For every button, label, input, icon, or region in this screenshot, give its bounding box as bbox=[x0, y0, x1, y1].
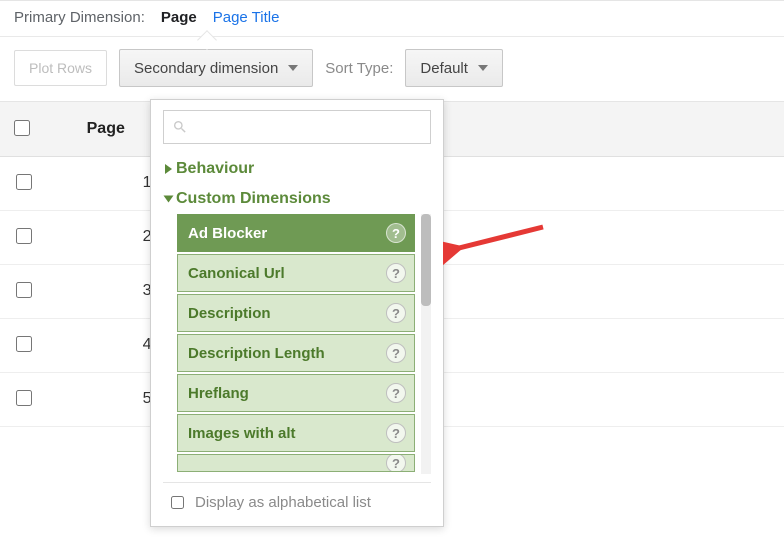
help-icon[interactable]: ? bbox=[386, 423, 406, 443]
help-icon[interactable]: ? bbox=[386, 303, 406, 323]
dimension-item-label: Description bbox=[188, 305, 271, 322]
primary-dimension-label: Primary Dimension: bbox=[14, 9, 145, 26]
dimension-item-label: Hreflang bbox=[188, 385, 249, 402]
column-header-page[interactable]: Page bbox=[46, 102, 166, 156]
primary-dimension-current[interactable]: Page bbox=[161, 9, 197, 26]
sort-type-label: Sort Type: bbox=[325, 60, 393, 77]
help-icon[interactable]: ? bbox=[386, 343, 406, 363]
group-behaviour-label: Behaviour bbox=[176, 160, 254, 178]
row-index: 2. bbox=[46, 210, 166, 264]
alphabetical-label: Display as alphabetical list bbox=[195, 494, 371, 511]
dimension-item-label: Description Length bbox=[188, 345, 325, 362]
panel-footer: Display as alphabetical list bbox=[163, 482, 431, 520]
caret-down-icon bbox=[478, 65, 488, 71]
row-index: 4. bbox=[46, 318, 166, 372]
dimension-item-label: Ad Blocker bbox=[188, 225, 267, 242]
row-checkbox[interactable] bbox=[16, 336, 32, 352]
dimension-item[interactable]: Hreflang? bbox=[177, 374, 415, 412]
sort-type-button[interactable]: Default bbox=[405, 49, 503, 87]
row-index: 1. bbox=[46, 156, 166, 210]
row-checkbox[interactable] bbox=[16, 228, 32, 244]
alphabetical-checkbox[interactable] bbox=[171, 496, 184, 509]
dimension-item[interactable]: ? bbox=[177, 454, 415, 472]
dimension-list: Ad Blocker?Canonical Url?Description?Des… bbox=[177, 214, 431, 474]
secondary-dimension-button-label: Secondary dimension bbox=[134, 60, 278, 77]
select-all-checkbox[interactable] bbox=[14, 120, 30, 136]
plot-rows-button[interactable]: Plot Rows bbox=[14, 50, 107, 86]
secondary-dimension-button[interactable]: Secondary dimension bbox=[119, 49, 313, 87]
dimension-tree: Behaviour Custom Dimensions Ad Blocker?C… bbox=[163, 154, 431, 474]
scrollbar-thumb[interactable] bbox=[421, 214, 431, 306]
primary-dimension-row: Primary Dimension: Page Page Title bbox=[0, 1, 784, 37]
row-checkbox[interactable] bbox=[16, 390, 32, 406]
triangle-right-icon bbox=[165, 164, 172, 174]
caret-down-icon bbox=[288, 65, 298, 71]
dimension-item[interactable]: Description? bbox=[177, 294, 415, 332]
help-icon[interactable]: ? bbox=[386, 454, 406, 472]
row-index: 3. bbox=[46, 264, 166, 318]
help-icon[interactable]: ? bbox=[386, 223, 406, 243]
help-icon[interactable]: ? bbox=[386, 383, 406, 403]
group-custom-dimensions[interactable]: Custom Dimensions bbox=[163, 184, 431, 214]
dimension-item[interactable]: Description Length? bbox=[177, 334, 415, 372]
row-index: 5. bbox=[46, 372, 166, 426]
secondary-dimension-panel: Behaviour Custom Dimensions Ad Blocker?C… bbox=[150, 99, 444, 527]
column-header-checkbox bbox=[0, 102, 46, 156]
search-icon bbox=[172, 119, 188, 135]
sort-type-value: Default bbox=[420, 60, 468, 77]
group-behaviour[interactable]: Behaviour bbox=[163, 154, 431, 184]
toolbar: Plot Rows Secondary dimension Sort Type:… bbox=[0, 37, 784, 102]
dimension-search-input[interactable] bbox=[194, 112, 422, 142]
row-checkbox[interactable] bbox=[16, 282, 32, 298]
dimension-item[interactable]: Ad Blocker? bbox=[177, 214, 415, 252]
dimension-item[interactable]: Canonical Url? bbox=[177, 254, 415, 292]
dimension-item-label: Images with alt bbox=[188, 425, 296, 442]
help-icon[interactable]: ? bbox=[386, 263, 406, 283]
dimension-item-label: Canonical Url bbox=[188, 265, 285, 282]
triangle-down-icon bbox=[164, 196, 174, 203]
dimension-search bbox=[163, 110, 431, 144]
primary-dimension-option-page-title[interactable]: Page Title bbox=[213, 9, 280, 26]
dimension-item[interactable]: Images with alt? bbox=[177, 414, 415, 452]
row-checkbox[interactable] bbox=[16, 174, 32, 190]
group-custom-dimensions-label: Custom Dimensions bbox=[176, 190, 331, 208]
